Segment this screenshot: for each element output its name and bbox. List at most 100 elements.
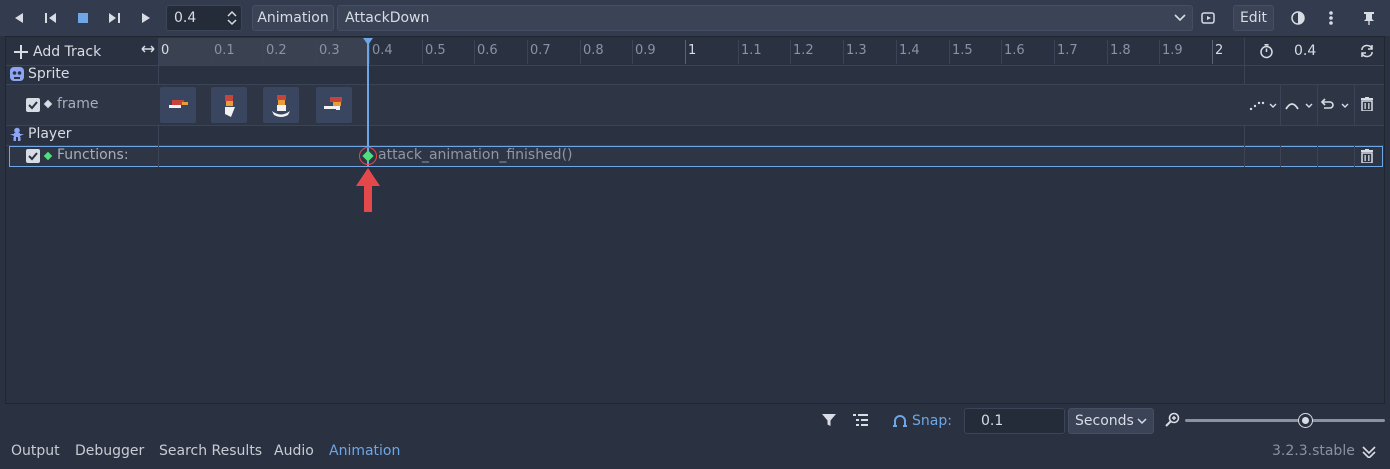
snap-unit-value: Seconds [1075,413,1134,429]
remove-track-icon[interactable] [1360,97,1374,111]
onion-skinning-icon[interactable] [1285,6,1311,30]
expand-panel-icon[interactable] [1362,444,1376,458]
ruler-tick-mark [211,40,212,64]
ruler-tick-label: 1.3 [846,43,867,58]
ruler-tick-mark [1001,40,1002,64]
ruler-tick-label: 1.5 [952,43,973,58]
ruler-tick-mark [474,40,475,64]
stop-icon[interactable] [70,6,96,30]
call-keyframe-method-label: attack_animation_finished() [378,147,573,163]
add-track-label: Add Track [33,44,102,60]
ruler-tick-label: 0.2 [266,43,287,58]
ruler-tick-label: 1.2 [793,43,814,58]
ruler-tick-label: 0.7 [530,43,551,58]
loop-icon[interactable] [1359,44,1375,58]
engine-version: 3.2.3.stable [1272,443,1355,459]
pin-icon[interactable] [1356,6,1382,30]
sprite-node-icon [10,67,24,81]
ruler-tick-label: 1.4 [899,43,920,58]
animation-menu-button[interactable]: Animation [252,5,334,31]
ruler-tick-mark [1054,40,1055,64]
length-icon [1259,43,1274,59]
ruler-tick-label: 0.6 [477,43,498,58]
time-field[interactable]: 0.4 [166,5,242,31]
frame-keyframe[interactable] [263,87,299,123]
play-backwards-from-end-icon[interactable] [38,6,64,30]
playhead-marker-icon[interactable] [363,38,373,45]
plus-icon [14,45,28,59]
sprite-frame-thumbnail-icon [272,95,290,117]
tab-search-results[interactable]: Search Results [159,443,262,459]
ruler-tick-label: 1.6 [1004,43,1025,58]
ruler-tick-mark [263,40,264,64]
snap-step-value: 0.1 [981,413,1004,429]
edit-menu-button[interactable]: Edit [1233,5,1274,31]
animation-toolbar: 0.4 Animation AttackDown Edit [0,0,1390,36]
snap-step-field[interactable]: 0.1 [964,408,1065,434]
tab-output[interactable]: Output [11,443,60,459]
tab-debugger[interactable]: Debugger [75,443,144,459]
frame-keyframe[interactable] [160,87,196,123]
zoom-slider-handle[interactable] [1298,413,1313,428]
ruler-tick-mark [790,40,791,64]
remove-track-icon[interactable] [1360,149,1374,163]
ruler-tick-mark [1159,40,1160,64]
chevron-down-icon [1174,14,1186,22]
ruler-tick-mark [422,40,423,64]
zoom-slider[interactable] [1185,419,1385,422]
snap-toggle[interactable]: Snap: [892,411,952,431]
ruler-tick-label: 0 [161,43,170,58]
group-tracks-icon[interactable] [853,413,869,427]
ruler-tick-label: 0.9 [635,43,656,58]
animation-select[interactable]: AttackDown [337,5,1193,31]
spin-arrows-icon[interactable] [227,10,237,26]
length-value[interactable]: 0.4 [1294,43,1316,59]
autoplay-icon[interactable] [1196,6,1222,30]
tab-animation[interactable]: Animation [329,443,400,459]
ruler-tick-mark [843,40,844,64]
play-from-start-icon[interactable] [101,6,127,30]
ruler-tick-mark [1107,40,1108,64]
player-group-label: Player [28,126,72,142]
ruler-tick-mark [896,40,897,64]
play-icon[interactable] [133,6,159,30]
loop-wrap-dropdown[interactable] [1318,97,1352,113]
frame-keyframe[interactable] [316,87,352,123]
sprite-frame-thumbnail-icon [324,97,342,110]
more-options-icon[interactable] [1318,6,1344,30]
zoom-icon [1165,412,1181,428]
ruler-tick-mark [738,40,739,64]
chevron-down-icon [1137,418,1147,425]
functions-track-label: Functions: [57,147,129,163]
ruler-tick-label: 2 [1215,43,1224,58]
snap-label: Snap: [912,413,952,429]
ruler-tick-mark [580,40,581,64]
add-track-button[interactable]: Add Track [14,42,101,62]
frame-keyframe[interactable] [211,87,247,123]
ruler-tick-mark [632,40,633,64]
ruler-tick-label: 0.4 [372,43,393,58]
functions-track-row[interactable] [9,146,1383,167]
continuous-icon [1285,103,1313,110]
interpolation-mode-dropdown[interactable] [1248,97,1280,113]
ruler-tick-mark [316,40,317,64]
snap-unit-select[interactable]: Seconds [1068,408,1154,434]
ruler-tick-mark [527,40,528,64]
update-mode-dropdown[interactable] [1284,97,1316,113]
time-value: 0.4 [174,10,197,26]
ruler-tick-label: 0.3 [319,43,340,58]
functions-track-enable-checkbox[interactable] [26,149,40,163]
discrete-interpolation-icon [1249,101,1277,111]
sprite-frame-thumbnail-icon [225,95,235,117]
snap-icon [893,415,907,427]
filter-icon[interactable] [821,412,837,428]
frame-track-enable-checkbox[interactable] [26,98,40,112]
play-backwards-icon[interactable] [6,6,32,30]
ruler-tick-label: 0.5 [425,43,446,58]
frame-track-label: frame [57,96,99,112]
tab-audio[interactable]: Audio [274,443,314,459]
ruler-tick-label: 1.1 [741,43,762,58]
ruler-tick-label: 1.9 [1162,43,1183,58]
track-width-handle-icon[interactable] [141,44,155,54]
sprite-frame-thumbnail-icon [169,100,188,108]
